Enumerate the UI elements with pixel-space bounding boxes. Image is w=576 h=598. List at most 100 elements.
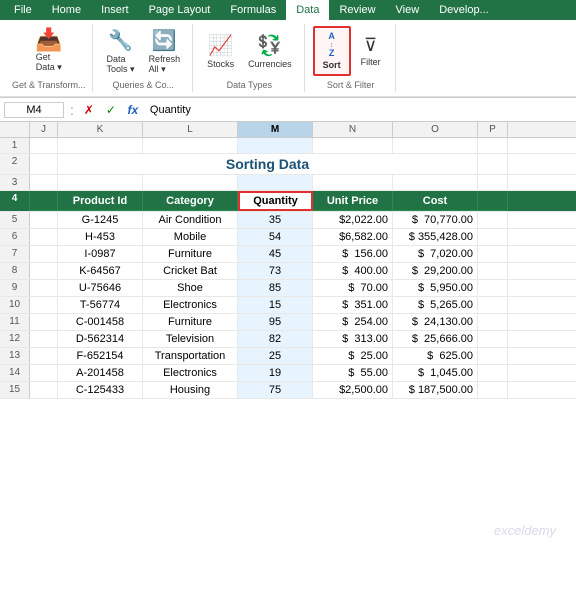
cell-j15[interactable] bbox=[30, 382, 58, 398]
cell-n11[interactable]: $ 254.00 bbox=[313, 314, 393, 330]
cell-l10[interactable]: Electronics bbox=[143, 297, 238, 313]
cell-n1[interactable] bbox=[313, 138, 393, 153]
cell-p7[interactable] bbox=[478, 246, 508, 262]
cell-n9[interactable]: $ 70.00 bbox=[313, 280, 393, 296]
cell-p2[interactable] bbox=[478, 154, 508, 174]
cell-k4[interactable]: Product Id bbox=[58, 191, 143, 211]
cell-p5[interactable] bbox=[478, 212, 508, 228]
cell-n5[interactable]: $2,022.00 bbox=[313, 212, 393, 228]
cell-l4[interactable]: Category bbox=[143, 191, 238, 211]
cell-j3[interactable] bbox=[30, 175, 58, 190]
cell-p15[interactable] bbox=[478, 382, 508, 398]
cell-m8[interactable]: 73 bbox=[238, 263, 313, 279]
cell-k9[interactable]: U-75646 bbox=[58, 280, 143, 296]
cell-k5[interactable]: G-1245 bbox=[58, 212, 143, 228]
cell-l6[interactable]: Mobile bbox=[143, 229, 238, 245]
cell-l1[interactable] bbox=[143, 138, 238, 153]
tab-insert[interactable]: Insert bbox=[91, 0, 139, 20]
cell-l12[interactable]: Television bbox=[143, 331, 238, 347]
cell-l8[interactable]: Cricket Bat bbox=[143, 263, 238, 279]
cell-p1[interactable] bbox=[478, 138, 508, 153]
cell-k10[interactable]: T-56774 bbox=[58, 297, 143, 313]
cell-m5[interactable]: 35 bbox=[238, 212, 313, 228]
cell-j12[interactable] bbox=[30, 331, 58, 347]
tab-home[interactable]: Home bbox=[42, 0, 91, 20]
cell-o14[interactable]: $ 1,045.00 bbox=[393, 365, 478, 381]
col-header-m[interactable]: M bbox=[238, 122, 313, 137]
cell-m6[interactable]: 54 bbox=[238, 229, 313, 245]
cell-o4[interactable]: Cost bbox=[393, 191, 478, 211]
cell-j5[interactable] bbox=[30, 212, 58, 228]
cell-m12[interactable]: 82 bbox=[238, 331, 313, 347]
cell-o7[interactable]: $ 7,020.00 bbox=[393, 246, 478, 262]
tab-file[interactable]: File bbox=[4, 0, 42, 20]
cell-k3[interactable] bbox=[58, 175, 143, 190]
col-header-k[interactable]: K bbox=[58, 122, 143, 137]
get-data-button[interactable]: 📥 GetData ▾ bbox=[28, 24, 69, 78]
cell-j7[interactable] bbox=[30, 246, 58, 262]
tab-page-layout[interactable]: Page Layout bbox=[139, 0, 221, 20]
col-header-l[interactable]: L bbox=[143, 122, 238, 137]
cell-m15[interactable]: 75 bbox=[238, 382, 313, 398]
cell-j1[interactable] bbox=[30, 138, 58, 153]
cell-m13[interactable]: 25 bbox=[238, 348, 313, 364]
cell-j9[interactable] bbox=[30, 280, 58, 296]
cell-n7[interactable]: $ 156.00 bbox=[313, 246, 393, 262]
cell-m4[interactable]: Quantity bbox=[238, 191, 313, 211]
data-tools-button[interactable]: 🔧 DataTools ▾ bbox=[101, 25, 141, 78]
cell-m11[interactable]: 95 bbox=[238, 314, 313, 330]
tab-view[interactable]: View bbox=[386, 0, 430, 20]
cell-n12[interactable]: $ 313.00 bbox=[313, 331, 393, 347]
cell-o9[interactable]: $ 5,950.00 bbox=[393, 280, 478, 296]
cell-j6[interactable] bbox=[30, 229, 58, 245]
cell-o12[interactable]: $ 25,666.00 bbox=[393, 331, 478, 347]
cell-l14[interactable]: Electronics bbox=[143, 365, 238, 381]
cell-j4[interactable] bbox=[30, 191, 58, 211]
cell-k12[interactable]: D-562314 bbox=[58, 331, 143, 347]
cell-p8[interactable] bbox=[478, 263, 508, 279]
cell-m9[interactable]: 85 bbox=[238, 280, 313, 296]
cell-k15[interactable]: C-125433 bbox=[58, 382, 143, 398]
cell-k8[interactable]: K-64567 bbox=[58, 263, 143, 279]
cell-p11[interactable] bbox=[478, 314, 508, 330]
cell-l13[interactable]: Transportation bbox=[143, 348, 238, 364]
cell-n3[interactable] bbox=[313, 175, 393, 190]
cell-o8[interactable]: $ 29,200.00 bbox=[393, 263, 478, 279]
cell-j11[interactable] bbox=[30, 314, 58, 330]
cell-l5[interactable]: Air Condition bbox=[143, 212, 238, 228]
cell-n13[interactable]: $ 25.00 bbox=[313, 348, 393, 364]
refresh-all-button[interactable]: 🔄 RefreshAll ▾ bbox=[143, 25, 187, 78]
cell-p3[interactable] bbox=[478, 175, 508, 190]
cell-j10[interactable] bbox=[30, 297, 58, 313]
cell-o3[interactable] bbox=[393, 175, 478, 190]
cell-n14[interactable]: $ 55.00 bbox=[313, 365, 393, 381]
cell-n4[interactable]: Unit Price bbox=[313, 191, 393, 211]
tab-develop[interactable]: Develop... bbox=[429, 0, 499, 20]
sort-button[interactable]: A ↕ Z Sort bbox=[313, 26, 351, 76]
cell-k6[interactable]: H-453 bbox=[58, 229, 143, 245]
cell-n8[interactable]: $ 400.00 bbox=[313, 263, 393, 279]
tab-review[interactable]: Review bbox=[329, 0, 385, 20]
tab-formulas[interactable]: Formulas bbox=[220, 0, 286, 20]
cell-j13[interactable] bbox=[30, 348, 58, 364]
cell-m14[interactable]: 19 bbox=[238, 365, 313, 381]
cell-n10[interactable]: $ 351.00 bbox=[313, 297, 393, 313]
col-header-p[interactable]: P bbox=[478, 122, 508, 137]
cell-k13[interactable]: F-652154 bbox=[58, 348, 143, 364]
col-header-j[interactable]: J bbox=[30, 122, 58, 137]
cell-title[interactable]: Sorting Data bbox=[58, 154, 478, 174]
cell-j2[interactable] bbox=[30, 154, 58, 174]
filter-button[interactable]: ⊽ Filter bbox=[353, 32, 389, 70]
stocks-button[interactable]: 📈 Stocks bbox=[201, 30, 240, 72]
cell-k7[interactable]: I-0987 bbox=[58, 246, 143, 262]
cell-m1[interactable] bbox=[238, 138, 313, 153]
col-header-n[interactable]: N bbox=[313, 122, 393, 137]
cell-l9[interactable]: Shoe bbox=[143, 280, 238, 296]
tab-data[interactable]: Data bbox=[286, 0, 329, 20]
cell-p10[interactable] bbox=[478, 297, 508, 313]
cell-p4[interactable] bbox=[478, 191, 508, 211]
currencies-button[interactable]: 💱 Currencies bbox=[242, 30, 298, 72]
formula-input[interactable] bbox=[146, 103, 572, 117]
cell-n6[interactable]: $6,582.00 bbox=[313, 229, 393, 245]
cell-m3[interactable] bbox=[238, 175, 313, 190]
